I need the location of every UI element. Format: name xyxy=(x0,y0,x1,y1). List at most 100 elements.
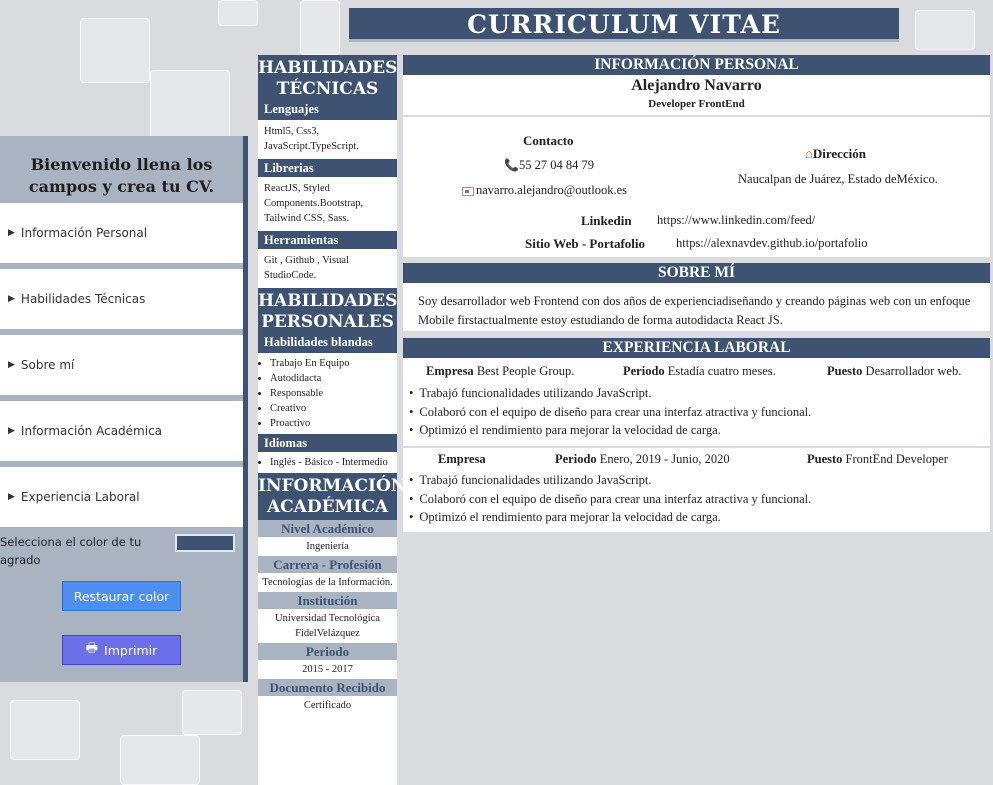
person-role: Developer FrontEnd xyxy=(648,98,745,110)
career-label: Carrera - Profesión xyxy=(258,556,397,573)
color-picker-label: Selecciona el color de tu agrado xyxy=(0,535,142,567)
contact-card: Contacto 📞55 27 04 84 79 navarro.alejand… xyxy=(403,117,990,257)
company-label: Empresa xyxy=(438,452,486,466)
libraries-text: ReactJS, Styled Components.Bootstrap, Ta… xyxy=(264,183,364,224)
document-value: Certificado xyxy=(303,700,352,711)
list-item: Proactivo xyxy=(270,416,393,431)
list-item: Colaboró con el equipo de diseño para cr… xyxy=(409,403,811,422)
section-informacion-academica[interactable]: ▶ Información Académica xyxy=(0,401,243,461)
period-label: Periodo xyxy=(555,452,597,466)
academic-level-label: Nivel Académico xyxy=(258,520,397,537)
background-square xyxy=(120,735,200,785)
list-item: Inglés - Básico - Intermedio xyxy=(270,455,393,470)
triangle-right-icon: ▶ xyxy=(8,360,15,370)
linkedin-link[interactable]: https://www.linkedin.com/feed/ xyxy=(657,213,815,228)
period-label: Periodo xyxy=(258,643,397,660)
email-row: navarro.alejandro@outlook.es xyxy=(462,183,627,198)
technical-skills-heading: HABILIDADES TÉCNICAS xyxy=(258,55,397,102)
languages-text: Html5, Css3, JavaScript.TypeScript. xyxy=(264,126,359,152)
period-value: Estadía cuatro meses. xyxy=(667,364,776,378)
print-button[interactable]: 🖶 Imprimir xyxy=(62,635,181,665)
academic-level-value: Ingeniería xyxy=(306,541,349,552)
section-experiencia-laboral[interactable]: ▶ Experiencia Laboral xyxy=(0,467,243,527)
contact-label: Contacto xyxy=(523,133,574,148)
list-item: Trabajo En Equipo xyxy=(270,356,393,371)
academic-heading: INFORMACIÓN ACADÉMICA xyxy=(258,473,406,520)
list-item: Optimizó el rendimiento para mejorar la … xyxy=(409,421,811,440)
list-item: Trabajó funcionalidades utilizando JavaS… xyxy=(409,471,811,490)
section-label: Habilidades Técnicas xyxy=(20,292,146,306)
period-value: 2015 - 2017 xyxy=(302,664,353,675)
job-card-2: Empresa Periodo Enero, 2019 - Junio, 202… xyxy=(403,448,990,532)
career-value: Tecnologías de la Información. xyxy=(262,577,393,588)
tools-text: Git , Github , Visual StudioCode. xyxy=(264,255,349,281)
list-item: Optimizó el rendimiento para mejorar la … xyxy=(409,508,811,527)
section-sobre-mi[interactable]: ▶ Sobre mí xyxy=(0,335,243,395)
section-habilidades-tecnicas[interactable]: ▶ Habilidades Técnicas xyxy=(0,269,243,329)
website-label: Sitio Web - Portafolio xyxy=(525,236,646,251)
about-card: Soy desarrollador web Frontend con dos a… xyxy=(403,283,990,331)
background-square xyxy=(218,0,258,26)
tools-heading: Herramientas xyxy=(258,231,397,249)
form-title: Bienvenido llena los campos y crea tu CV… xyxy=(28,155,215,196)
period-label: Periodo xyxy=(623,364,665,378)
job-bullets: Trabajó funcionalidades utilizando JavaS… xyxy=(409,384,811,440)
list-item: Trabajó funcionalidades utilizando JavaS… xyxy=(409,384,811,403)
cv-left-column: HABILIDADES TÉCNICAS Lenguajes Html5, Cs… xyxy=(258,55,406,785)
job-period: Periodo Estadía cuatro meses. xyxy=(623,364,776,379)
document-label: Documento Recibido xyxy=(258,679,397,696)
institution-value: Universidad Tecnológica FidelVelázquez xyxy=(275,613,380,639)
phone-row: 📞55 27 04 84 79 xyxy=(504,158,594,173)
linkedin-label: Linkedin xyxy=(581,213,632,228)
job-card-1: Empresa Best People Group. Periodo Estad… xyxy=(403,358,990,446)
mail-icon xyxy=(462,186,474,196)
about-text: Soy desarrollador web Frontend con dos a… xyxy=(418,294,971,327)
personal-info-heading: INFORMACIÓN PERSONAL xyxy=(403,55,990,75)
institution-label: Institución xyxy=(258,592,397,609)
restore-color-label: Restaurar color xyxy=(73,588,170,604)
cv-title: CURRICULUM VITAE xyxy=(349,8,899,42)
triangle-right-icon: ▶ xyxy=(8,294,15,304)
languages-spoken-list: Inglés - Básico - Intermedio xyxy=(258,452,397,473)
company-value: Best People Group. xyxy=(476,364,575,378)
section-label: Sobre mí xyxy=(20,358,75,372)
color-picker-input[interactable] xyxy=(175,534,235,552)
position-value: FrontEnd Developer xyxy=(845,452,948,466)
soft-skills-heading: Habilidades blandas xyxy=(258,335,397,353)
list-item: Responsable xyxy=(270,386,393,401)
list-item: Autodidacta xyxy=(270,371,393,386)
home-icon: ⌂ xyxy=(805,146,813,161)
triangle-right-icon: ▶ xyxy=(8,228,15,238)
section-label: Experiencia Laboral xyxy=(20,490,140,504)
restore-color-button[interactable]: Restaurar color xyxy=(62,581,181,611)
job-bullets: Trabajó funcionalidades utilizando JavaS… xyxy=(409,471,811,527)
company-label: Empresa xyxy=(426,364,474,378)
position-label: Puesto xyxy=(807,452,843,466)
background-square xyxy=(300,0,340,55)
languages-heading: Lenguajes xyxy=(258,102,397,120)
position-value: Desarrollador web. xyxy=(865,364,962,378)
job-period: Periodo Enero, 2019 - Junio, 2020 xyxy=(555,452,730,467)
section-informacion-personal[interactable]: ▶ Información Personal xyxy=(0,203,243,263)
position-label: Puesto xyxy=(827,364,863,378)
experience-heading: EXPERIENCIA LABORAL xyxy=(403,338,990,358)
languages-spoken-heading: Idiomas xyxy=(258,434,397,452)
website-link[interactable]: https://alexnavdev.github.io/portafolio xyxy=(676,236,868,251)
email-value: navarro.alejandro@outlook.es xyxy=(476,183,628,197)
background-square xyxy=(80,18,150,83)
triangle-right-icon: ▶ xyxy=(8,492,15,502)
phone-icon: 📞 xyxy=(504,158,519,172)
person-name: Alejandro Navarro xyxy=(631,77,762,94)
printer-icon: 🖶 xyxy=(85,641,99,656)
libraries-heading: Librerias xyxy=(258,159,397,177)
background-square xyxy=(10,700,80,760)
period-value: Enero, 2019 - Junio, 2020 xyxy=(599,452,730,466)
about-heading: SOBRE MÍ xyxy=(403,263,990,283)
job-company: Empresa xyxy=(438,452,486,467)
form-panel: Bienvenido llena los campos y crea tu CV… xyxy=(0,136,248,682)
address-label: Dirección xyxy=(812,146,866,161)
list-item: Creativo xyxy=(270,401,393,416)
background-square xyxy=(182,690,242,735)
triangle-right-icon: ▶ xyxy=(8,426,15,436)
background-square xyxy=(150,70,230,140)
